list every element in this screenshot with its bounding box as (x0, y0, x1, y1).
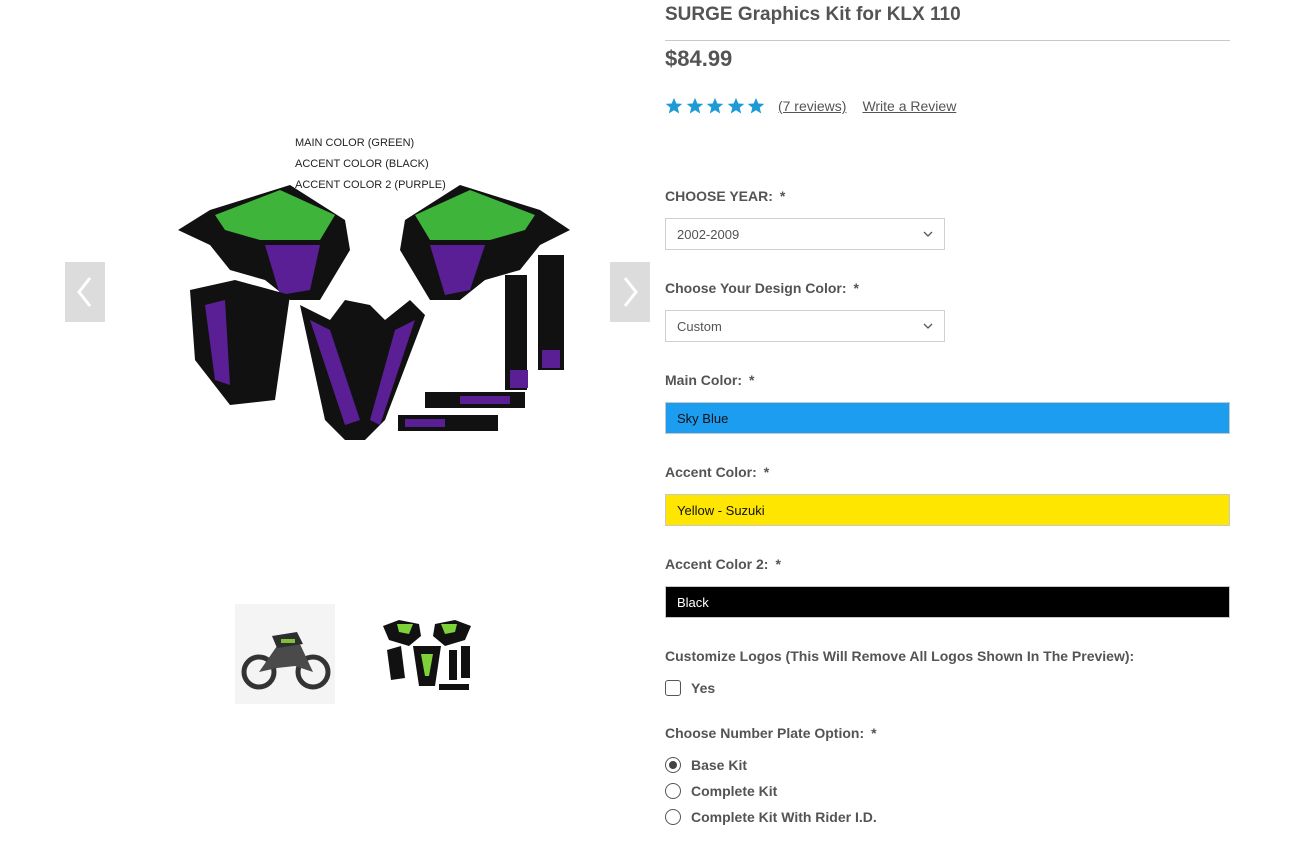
accent-color-2-select[interactable]: Black (665, 586, 1230, 618)
required-marker: * (853, 280, 859, 296)
accent-color-select[interactable]: Yellow - Suzuki (665, 494, 1230, 526)
star-icon (748, 97, 765, 114)
title-divider (665, 40, 1230, 41)
radio-base-kit-label: Base Kit (691, 757, 748, 773)
customize-logos-checkbox[interactable] (665, 680, 681, 696)
chevron-right-icon (623, 277, 638, 307)
star-icon (665, 97, 683, 114)
chevron-down-icon (923, 323, 933, 329)
accent-color-label-text: Accent Color: (665, 464, 757, 480)
chevron-down-icon (923, 231, 933, 237)
write-review-link[interactable]: Write a Review (862, 98, 956, 114)
required-marker: * (763, 464, 770, 480)
number-plate-option-complete-kit-rider-id[interactable]: Complete Kit With Rider I.D. (665, 809, 877, 825)
radio-complete-kit-rider-id[interactable] (665, 809, 681, 825)
main-color-label-text: Main Color: (665, 372, 742, 388)
radio-base-kit[interactable] (665, 757, 681, 773)
radio-complete-kit-label: Complete Kit (691, 783, 778, 799)
main-color-select[interactable]: Sky Blue (665, 402, 1230, 434)
design-color-select-value: Custom (677, 318, 722, 334)
product-title: SURGE Graphics Kit for KLX 110 (665, 4, 961, 25)
radio-complete-kit[interactable] (665, 783, 681, 799)
main-color-label: Main Color: * (665, 372, 754, 388)
required-marker: * (749, 372, 755, 388)
year-select-value: 2002-2009 (677, 226, 740, 242)
number-plate-label: Choose Number Plate Option: * (665, 725, 877, 741)
main-color-value: Sky Blue (677, 410, 729, 426)
accent-color-label: Accent Color: * (665, 464, 769, 480)
choose-year-label: CHOOSE YEAR: * (665, 188, 785, 204)
star-icon (706, 97, 724, 114)
thumbnail-dirt-bike-photo[interactable] (235, 604, 335, 704)
radio-complete-kit-rider-id-label: Complete Kit With Rider I.D. (691, 809, 877, 825)
number-plate-option-base-kit[interactable]: Base Kit (665, 757, 747, 773)
radio-selected-dot (669, 761, 677, 769)
accent-color-2-value: Black (677, 594, 709, 610)
customize-logos-yes-label: Yes (691, 680, 716, 696)
design-color-select[interactable]: Custom (665, 310, 945, 342)
reviews-link[interactable]: (7 reviews) (778, 98, 846, 114)
design-color-label: Choose Your Design Color: * (665, 280, 859, 296)
required-marker: * (775, 556, 781, 572)
star-icon (727, 97, 745, 114)
next-image-button[interactable] (610, 262, 650, 322)
chevron-left-icon (77, 277, 92, 307)
product-rating: (7 reviews) Write a Review (665, 97, 956, 115)
previous-image-button[interactable] (65, 262, 105, 322)
star-icon (686, 97, 703, 114)
customize-logos-label: Customize Logos (This Will Remove All Lo… (665, 648, 1135, 664)
customize-logos-option[interactable]: Yes (665, 680, 715, 696)
required-marker: * (871, 725, 877, 741)
design-color-label-text: Choose Your Design Color: (665, 280, 847, 296)
required-marker: * (779, 188, 786, 204)
number-plate-option-complete-kit[interactable]: Complete Kit (665, 783, 777, 799)
thumbnail-graphics-kit-layout[interactable] (377, 604, 477, 704)
accent-color-2-label: Accent Color 2: * (665, 556, 781, 572)
number-plate-label-text: Choose Number Plate Option: (665, 725, 865, 741)
main-product-image (170, 130, 580, 450)
accent-color-2-label-text: Accent Color 2: (665, 556, 769, 572)
choose-year-label-text: CHOOSE YEAR: (665, 188, 773, 204)
product-gallery: MAIN COLOR (GREEN) ACCENT COLOR (BLACK) … (0, 0, 660, 846)
product-price: $84.99 (665, 46, 733, 71)
year-select[interactable]: 2002-2009 (665, 218, 945, 250)
accent-color-value: Yellow - Suzuki (677, 502, 765, 518)
